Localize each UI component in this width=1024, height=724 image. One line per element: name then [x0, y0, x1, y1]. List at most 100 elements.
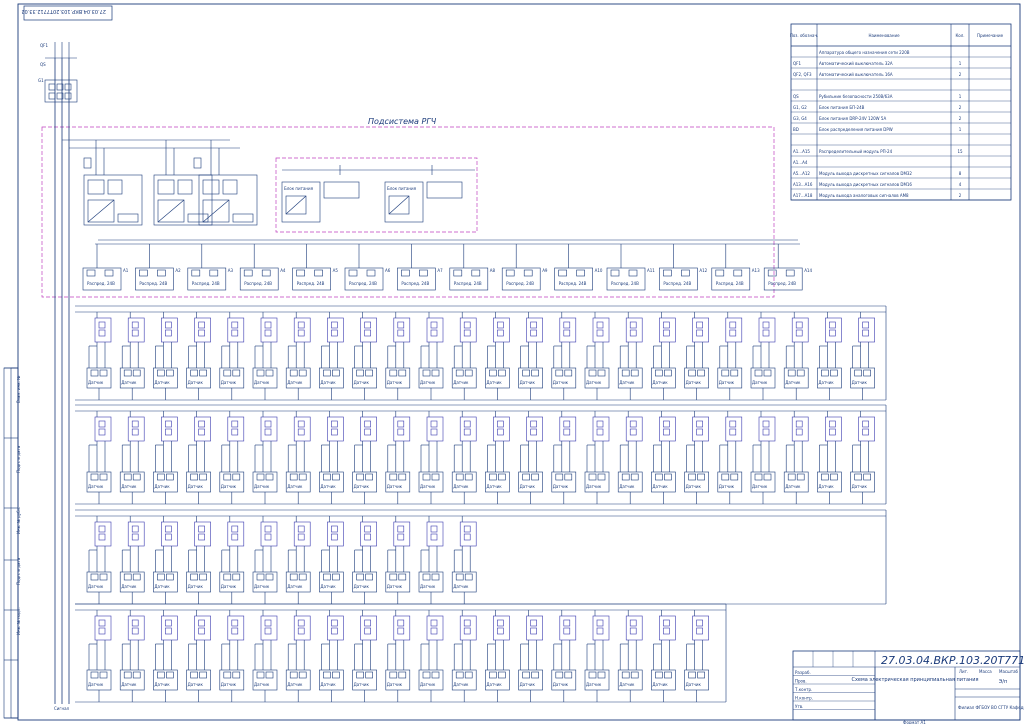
- distribution-label: Распред. 24В: [297, 281, 325, 286]
- sensor-contact: [199, 573, 207, 581]
- sensor-contact: [356, 473, 364, 481]
- sensor-label: Датчик: [154, 484, 170, 489]
- sensor-contact: [289, 573, 298, 581]
- sensor-terminal: [165, 428, 172, 436]
- sensor-contact: [498, 369, 506, 377]
- sensor-device: [86, 367, 112, 389]
- dc-label-box: [426, 181, 463, 199]
- sensor-device: [485, 471, 510, 493]
- sensor-contact: [821, 473, 829, 481]
- table-cell-name: Модуль выхода аналоговых сигналов AM8: [819, 193, 909, 198]
- distribution-tag: A2: [175, 268, 181, 273]
- sensor-contact: [365, 573, 373, 581]
- sensor-label: Датчик: [420, 380, 436, 385]
- sensor-terminal: [430, 329, 438, 337]
- sensor-device: [717, 471, 743, 493]
- title-block-role: Разраб.: [795, 670, 811, 675]
- sensor-device: [817, 367, 842, 389]
- sensor-terminal: [463, 420, 471, 428]
- sensor-label: Датчик: [254, 682, 270, 687]
- distribution-terminal: [733, 269, 743, 277]
- distribution-label: Распред. 24В: [611, 281, 639, 286]
- sensor-label: Датчик: [852, 380, 868, 385]
- sensor-terminal: [364, 428, 371, 436]
- sensor-terminal: [463, 321, 471, 329]
- title-block-title: Схема электрическая принципиальная питан…: [851, 677, 978, 683]
- table-header: Поз. обознач.: [790, 33, 818, 38]
- sensor-device: [651, 471, 676, 493]
- sensor-contact: [863, 369, 871, 377]
- sensor-contact: [123, 369, 132, 377]
- distribution-label: Распред. 24В: [716, 281, 744, 286]
- table-cell-pos: A1...A15: [793, 149, 810, 154]
- sensor-terminal: [430, 321, 438, 329]
- sensor-terminal: [297, 329, 305, 337]
- sensor-contact: [265, 473, 274, 481]
- sensor-terminal: [663, 627, 670, 635]
- sensor-contact: [123, 473, 132, 481]
- sensor-device: [285, 471, 311, 493]
- table-cell-name: Автоматический выключатель 32А: [819, 61, 893, 66]
- distribution-module: [344, 267, 384, 291]
- sensor-contact: [863, 473, 871, 481]
- distribution-terminal: [243, 269, 253, 277]
- distribution-module: [763, 267, 803, 291]
- sensor-label: Датчик: [154, 584, 170, 589]
- sensor-terminal: [463, 627, 471, 635]
- sensor-device: [584, 669, 610, 691]
- sensor-device: [285, 571, 311, 593]
- sensor-terminal: [165, 627, 172, 635]
- sensor-device: [153, 471, 178, 493]
- sensor-terminal: [563, 420, 571, 428]
- input-label: QF1: [40, 43, 48, 48]
- sensor-contact: [664, 369, 672, 377]
- sensor-contact: [464, 369, 473, 377]
- sensor-terminal: [198, 428, 205, 436]
- sensor-contact: [730, 473, 739, 481]
- sensor-device: [418, 367, 444, 389]
- sensor-terminal: [762, 329, 770, 337]
- sensor-terminal: [829, 428, 836, 436]
- distribution-terminal: [576, 269, 585, 277]
- sensor-label: Датчик: [154, 682, 170, 687]
- power-supply-area: [275, 157, 478, 233]
- sensor-terminal: [264, 428, 272, 436]
- distribution-tag: A10: [595, 268, 603, 273]
- sensor-terminal: [629, 329, 637, 337]
- sensor-contact: [289, 671, 298, 679]
- distribution-module: [292, 267, 331, 291]
- psu-terminal: [107, 179, 123, 195]
- sensor-label: Датчик: [652, 380, 668, 385]
- psu-diagonal: [202, 199, 230, 223]
- sensor-terminal: [430, 533, 438, 541]
- sensor-terminal: [497, 420, 504, 428]
- sensor-device: [717, 367, 743, 389]
- sensor-contact: [298, 473, 307, 481]
- sensor-contact: [265, 369, 274, 377]
- dc-diagonal: [388, 195, 410, 215]
- sensor-contact: [398, 573, 407, 581]
- sensor-contact: [621, 671, 630, 679]
- sensor-contact: [531, 671, 539, 679]
- distribution-terminal: [296, 269, 305, 277]
- sensor-terminal: [231, 321, 239, 329]
- sensor-terminal: [98, 525, 106, 533]
- sensor-device: [285, 367, 311, 389]
- sensor-terminal: [364, 525, 371, 533]
- title-block-org: Филиал ФГБОУ ВО СГТУ Кафедра АТП: [958, 705, 1024, 710]
- psu-terminal: [177, 179, 193, 195]
- sensor-contact: [597, 369, 606, 377]
- sensor-label: Датчик: [719, 380, 735, 385]
- sensor-device: [153, 367, 178, 389]
- distribution-tag: A14: [804, 268, 812, 273]
- ground-label: Сигнал: [54, 706, 70, 711]
- sensor-terminal: [430, 420, 438, 428]
- sensor-label: Датчик: [254, 584, 270, 589]
- sensor-label: Датчик: [121, 484, 137, 489]
- sensor-contact: [90, 671, 99, 679]
- sensor-device: [319, 571, 344, 593]
- sensor-contact: [289, 473, 298, 481]
- sensor-label: Датчик: [221, 484, 237, 489]
- sensor-device: [119, 471, 145, 493]
- sensor-device: [418, 571, 444, 593]
